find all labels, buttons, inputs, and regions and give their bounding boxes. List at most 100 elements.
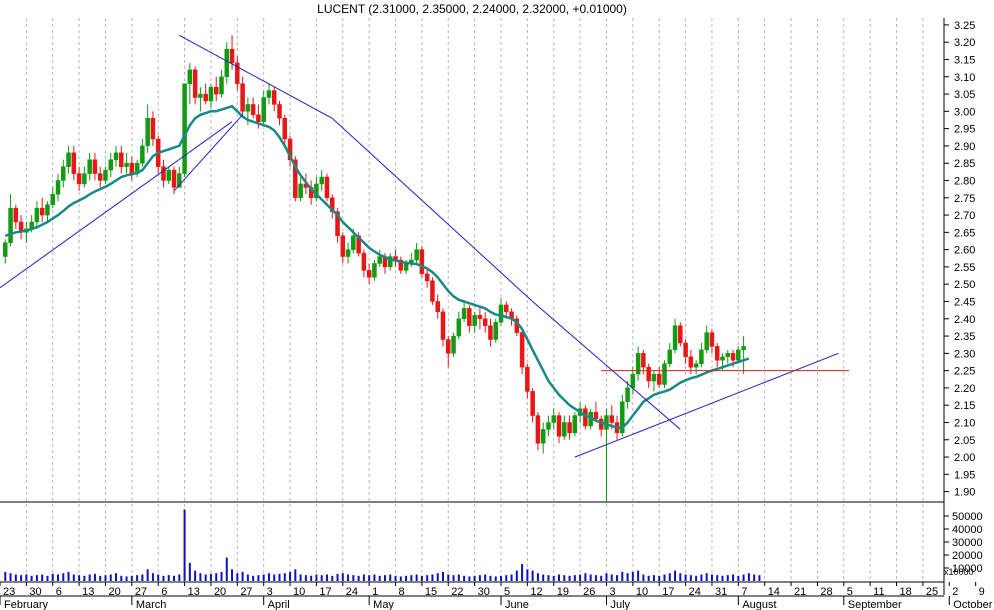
candle-down bbox=[192, 69, 198, 98]
day-label: 17 bbox=[319, 586, 331, 598]
price-tick-label: 1.95 bbox=[954, 469, 975, 481]
day-label: 5 bbox=[504, 586, 510, 598]
candle-down bbox=[567, 422, 572, 434]
candle-up bbox=[182, 83, 187, 174]
month-label: April bbox=[268, 599, 290, 610]
candle-up bbox=[461, 308, 467, 320]
candle-down bbox=[419, 249, 425, 275]
candle-down bbox=[76, 173, 82, 185]
candle-down bbox=[709, 332, 715, 347]
price-tick-label: 2.60 bbox=[954, 245, 975, 257]
candle-down bbox=[97, 173, 103, 181]
price-tick-label: 2.50 bbox=[954, 279, 975, 291]
candle-down bbox=[361, 252, 367, 271]
candle-up bbox=[87, 159, 92, 174]
day-label: 15 bbox=[425, 586, 437, 598]
candle-up bbox=[651, 373, 657, 382]
candle-down bbox=[366, 270, 372, 278]
price-tick-label: 3.25 bbox=[954, 20, 975, 32]
candle-down bbox=[240, 83, 245, 112]
day-label: 30 bbox=[478, 586, 490, 598]
day-label: 17 bbox=[662, 586, 674, 598]
day-label: 2 bbox=[952, 586, 958, 598]
candle-up bbox=[546, 422, 551, 430]
trendlines bbox=[0, 34, 850, 458]
candle-up bbox=[298, 183, 303, 199]
price-tick-label: 2.40 bbox=[954, 314, 975, 326]
price-tick-label: 2.00 bbox=[954, 452, 975, 464]
candle-up bbox=[630, 373, 636, 389]
day-label: 13 bbox=[82, 586, 94, 598]
price-tick-label: 2.45 bbox=[954, 296, 975, 308]
price-tick-label: 2.55 bbox=[954, 262, 975, 274]
month-labels: February March April May June July August Septe… bbox=[0, 596, 993, 610]
day-label: 12 bbox=[530, 586, 542, 598]
candle-up bbox=[720, 356, 725, 361]
candle-down bbox=[446, 339, 451, 354]
price-axis: 3.25 3.20 3.15 3.10 3.05 3.00 2.95 2.90 2.85 2.80… bbox=[944, 20, 975, 499]
candle-up bbox=[3, 242, 8, 257]
candle-down bbox=[525, 366, 530, 392]
day-label: 28 bbox=[820, 586, 832, 598]
day-label: 18 bbox=[900, 586, 912, 598]
day-label: 3 bbox=[267, 586, 273, 598]
candle-up bbox=[736, 349, 741, 361]
day-label: 14 bbox=[768, 586, 780, 598]
candle-up bbox=[414, 249, 419, 261]
candle-up bbox=[693, 363, 699, 368]
price-tick-label: 2.95 bbox=[954, 124, 975, 136]
candle-down bbox=[129, 162, 135, 174]
price-tick-label: 2.80 bbox=[954, 175, 975, 187]
candle-down bbox=[119, 152, 124, 167]
day-label: 10 bbox=[636, 586, 648, 598]
candle-down bbox=[678, 325, 683, 344]
day-label: 6 bbox=[56, 586, 62, 598]
candle-down bbox=[641, 353, 646, 368]
candle-up bbox=[245, 104, 251, 112]
candle-down bbox=[609, 415, 615, 423]
candle-up bbox=[103, 169, 108, 181]
candle-down bbox=[646, 366, 651, 382]
price-tick-label: 2.70 bbox=[954, 210, 975, 222]
day-label: 22 bbox=[451, 586, 463, 598]
price-tick-label: 3.20 bbox=[954, 37, 975, 49]
candle-up bbox=[224, 48, 230, 78]
month-label: May bbox=[373, 599, 394, 610]
candle-down bbox=[39, 207, 45, 216]
candle-down bbox=[683, 342, 688, 358]
day-label: 1 bbox=[372, 586, 378, 598]
price-tick-label: 1.90 bbox=[954, 487, 975, 499]
month-label: September bbox=[848, 599, 902, 610]
candle-up bbox=[45, 204, 50, 216]
candle-up bbox=[377, 256, 382, 264]
candle-up bbox=[625, 387, 630, 402]
candle-down bbox=[277, 104, 282, 119]
price-tick-label: 2.35 bbox=[954, 331, 975, 343]
candle-down bbox=[282, 118, 288, 140]
candle-down bbox=[730, 353, 736, 361]
candle-down bbox=[213, 86, 219, 95]
candle-up bbox=[82, 173, 87, 185]
candle-up bbox=[145, 118, 150, 147]
volume-bars bbox=[4, 509, 761, 581]
day-label: 3 bbox=[609, 586, 615, 598]
month-label: June bbox=[505, 599, 529, 610]
candle-up bbox=[187, 69, 193, 84]
candle-up bbox=[725, 353, 731, 358]
candle-up bbox=[266, 90, 272, 98]
candle-up bbox=[672, 325, 678, 351]
price-tick-label: 2.15 bbox=[954, 400, 975, 412]
candle-down bbox=[324, 176, 330, 199]
candle-up bbox=[704, 332, 709, 351]
candle-up bbox=[351, 235, 356, 250]
chart-canvas: 3.25 3.20 3.15 3.10 3.05 3.00 2.95 2.90 2.85 2.80… bbox=[0, 18, 993, 610]
candle-up bbox=[741, 346, 746, 351]
candle-down bbox=[256, 114, 261, 122]
day-label: 7 bbox=[741, 586, 747, 598]
candle-down bbox=[71, 152, 77, 174]
candle-up bbox=[662, 363, 667, 385]
candle-up bbox=[166, 169, 172, 181]
candle-up bbox=[61, 166, 66, 181]
day-label: 9 bbox=[979, 586, 985, 598]
candle-down bbox=[504, 304, 509, 313]
